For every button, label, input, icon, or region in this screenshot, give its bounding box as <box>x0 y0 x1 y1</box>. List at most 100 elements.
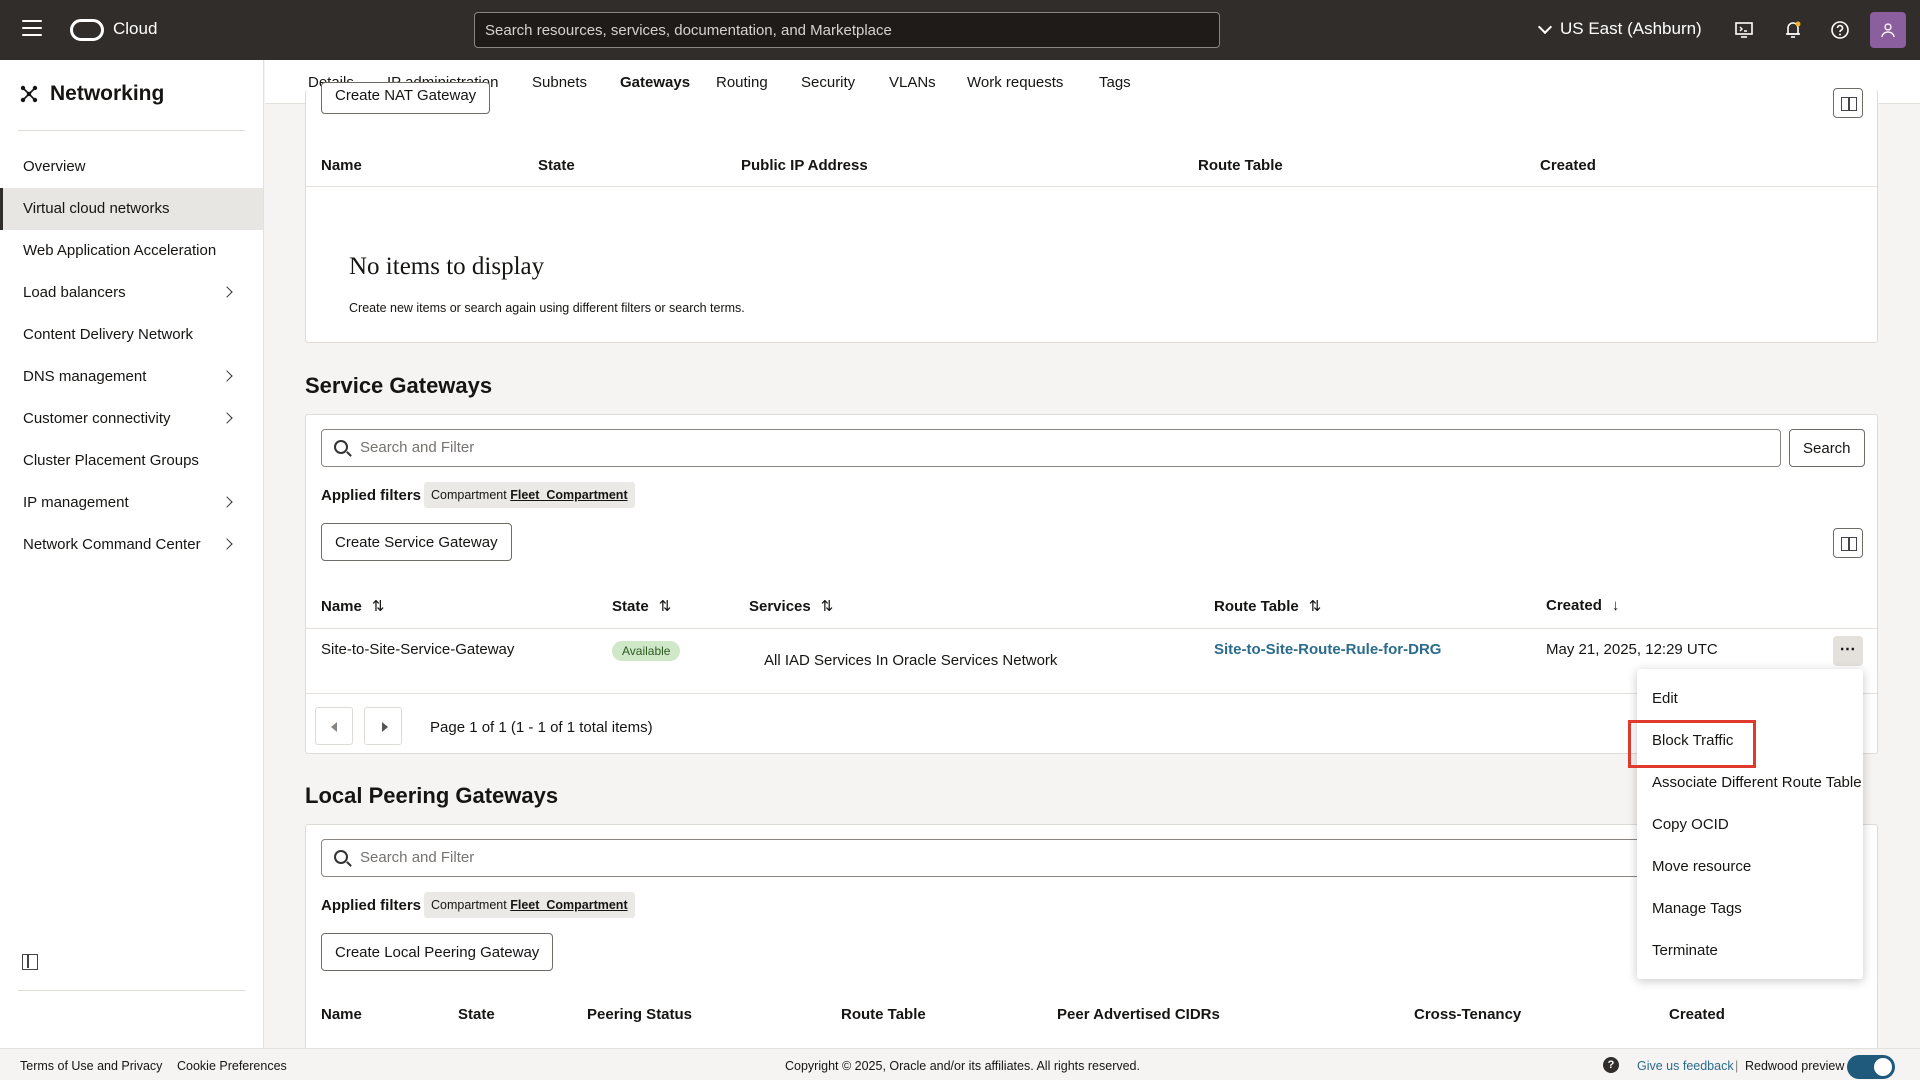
menu-icon[interactable] <box>22 20 42 36</box>
brand-label[interactable]: Cloud <box>113 19 157 39</box>
column-header-created[interactable]: Created <box>1669 1006 1725 1023</box>
manage-columns-button[interactable] <box>1833 88 1863 118</box>
oracle-logo-icon[interactable] <box>70 19 104 41</box>
column-header-route-table[interactable]: Route Table <box>1198 157 1283 174</box>
sort-icon: ⇅ <box>371 598 385 615</box>
menu-item-edit[interactable]: Edit <box>1652 690 1678 707</box>
redwood-preview-toggle[interactable] <box>1847 1055 1895 1079</box>
column-header-public-ip[interactable]: Public IP Address <box>741 157 868 174</box>
row-actions-menu: Edit Block Traffic Associate Different R… <box>1637 669 1863 979</box>
chip-value: Fleet_Compartment <box>510 488 628 502</box>
create-nat-gateway-button[interactable]: Create NAT Gateway <box>321 82 491 114</box>
sidebar-divider <box>18 990 245 991</box>
service-gateways-search-input[interactable]: Search and Filter <box>321 429 1781 467</box>
sort-icon: ⇅ <box>820 598 834 615</box>
sidebar-item-label: Network Command Center <box>23 536 201 553</box>
sidebar-item-dns-management[interactable]: DNS management <box>0 356 263 398</box>
column-header-created[interactable]: Created ↓ <box>1546 597 1619 614</box>
sidebar-item-label: DNS management <box>23 368 147 385</box>
menu-item-move-resource[interactable]: Move resource <box>1652 858 1751 875</box>
row-actions-icon[interactable]: ⋯ <box>1833 636 1863 666</box>
help-icon[interactable]: ? <box>1603 1057 1619 1073</box>
header-divider <box>306 186 1879 187</box>
terms-link[interactable]: Terms of Use and Privacy <box>20 1059 162 1073</box>
create-service-gateway-button[interactable]: Create Service Gateway <box>321 523 512 561</box>
chevron-right-icon <box>221 370 233 382</box>
menu-item-associate-route-table[interactable]: Associate Different Route Table <box>1652 774 1862 791</box>
column-header-state[interactable]: State ⇅ <box>612 597 671 615</box>
created-value: May 21, 2025, 12:29 UTC <box>1546 641 1718 658</box>
networking-icon <box>20 85 38 103</box>
sidebar-item-load-balancers[interactable]: Load balancers <box>0 272 263 314</box>
applied-filters-label: Applied filters <box>321 897 422 914</box>
sort-descending-icon: ↓ <box>1611 597 1620 614</box>
create-local-peering-gateway-button[interactable]: Create Local Peering Gateway <box>321 933 554 971</box>
services-value: All IAD Services In Oracle Services Netw… <box>764 652 1058 669</box>
sidebar-item-customer-connectivity[interactable]: Customer connectivity <box>0 398 263 440</box>
sidebar-item-cluster-placement-groups[interactable]: Cluster Placement Groups <box>0 440 263 482</box>
cookie-preferences-link[interactable]: Cookie Preferences <box>177 1059 287 1073</box>
column-header-route-table[interactable]: Route Table <box>841 1006 926 1023</box>
manage-columns-button[interactable] <box>1833 528 1863 558</box>
column-header-peer-advertised-cidrs[interactable]: Peer Advertised CIDRs <box>1057 1006 1220 1023</box>
collapse-sidebar-icon[interactable] <box>22 954 38 970</box>
user-icon <box>1881 23 1895 38</box>
service-gateways-title: Service Gateways <box>305 373 493 398</box>
pagination-label: Page 1 of 1 (1 - 1 of 1 total items) <box>430 719 653 736</box>
column-header-name[interactable]: Name <box>321 1006 362 1023</box>
sidebar-item-network-command-center[interactable]: Network Command Center <box>0 524 263 566</box>
global-search-input[interactable]: Search resources, services, documentatio… <box>474 12 1220 48</box>
sidebar-item-label: Load balancers <box>23 284 126 301</box>
column-header-name[interactable]: Name ⇅ <box>321 597 384 615</box>
user-avatar[interactable] <box>1870 12 1906 48</box>
column-header-route-table[interactable]: Route Table ⇅ <box>1214 597 1321 615</box>
chip-key: Compartment <box>431 488 507 502</box>
chip-value: Fleet_Compartment <box>510 898 628 912</box>
column-header-state[interactable]: State <box>458 1006 495 1023</box>
column-header-state[interactable]: State <box>538 157 575 174</box>
sidebar-item-web-application-acceleration[interactable]: Web Application Acceleration <box>0 230 263 272</box>
search-placeholder: Search and Filter <box>360 439 475 456</box>
column-header-created[interactable]: Created <box>1540 157 1596 174</box>
feedback-link[interactable]: Give us feedback <box>1637 1059 1734 1073</box>
filter-chip-compartment[interactable]: Compartment Fleet_Compartment <box>424 482 635 508</box>
next-page-button[interactable] <box>364 707 402 745</box>
column-header-services[interactable]: Services ⇅ <box>749 597 833 615</box>
sidebar-item-overview[interactable]: Overview <box>0 146 263 188</box>
footer-separator: | <box>1735 1059 1739 1073</box>
empty-state-text: Create new items or search again using d… <box>349 301 745 315</box>
footer: Terms of Use and Privacy Cookie Preferen… <box>0 1048 1920 1080</box>
redwood-preview-label: Redwood preview <box>1745 1059 1845 1073</box>
previous-page-button[interactable] <box>315 707 353 745</box>
nat-gateways-card: Create NAT Gateway Name State Public IP … <box>305 82 1879 343</box>
empty-state-title: No items to display <box>349 253 545 280</box>
sidebar-item-ip-management[interactable]: IP management <box>0 482 263 524</box>
search-button[interactable]: Search <box>1789 429 1865 467</box>
top-bar: Cloud Search resources, services, docume… <box>0 0 1920 60</box>
search-placeholder: Search and Filter <box>360 849 475 866</box>
filter-chip-compartment[interactable]: Compartment Fleet_Compartment <box>424 892 635 918</box>
column-header-peering-status[interactable]: Peering Status <box>587 1006 692 1023</box>
route-table-link[interactable]: Site-to-Site-Route-Rule-for-DRG <box>1214 641 1441 658</box>
menu-item-copy-ocid[interactable]: Copy OCID <box>1652 816 1729 833</box>
local-peering-search-input[interactable]: Search and Filter <box>321 839 1781 877</box>
header-divider <box>306 628 1879 629</box>
region-selector[interactable]: US East (Ashburn) <box>1537 19 1702 39</box>
sidebar-item-label: IP management <box>23 494 129 511</box>
menu-item-manage-tags[interactable]: Manage Tags <box>1652 900 1742 917</box>
chevron-right-icon <box>221 286 233 298</box>
sidebar-divider <box>18 130 245 131</box>
search-icon <box>334 440 348 454</box>
search-icon <box>334 850 348 864</box>
cloud-shell-icon[interactable] <box>1734 20 1754 40</box>
sidebar-item-virtual-cloud-networks[interactable]: Virtual cloud networks <box>0 188 263 230</box>
column-header-cross-tenancy[interactable]: Cross-Tenancy <box>1414 1006 1521 1023</box>
column-header-name[interactable]: Name <box>321 157 362 174</box>
menu-item-terminate[interactable]: Terminate <box>1652 942 1718 959</box>
sidebar-item-content-delivery-network[interactable]: Content Delivery Network <box>0 314 263 356</box>
sidebar-title-label: Networking <box>50 82 165 105</box>
applied-filters-label: Applied filters <box>321 487 422 504</box>
help-icon[interactable] <box>1830 20 1850 40</box>
notifications-bell-icon[interactable] <box>1783 20 1803 40</box>
sidebar: Networking Overview Virtual cloud networ… <box>0 60 264 1048</box>
